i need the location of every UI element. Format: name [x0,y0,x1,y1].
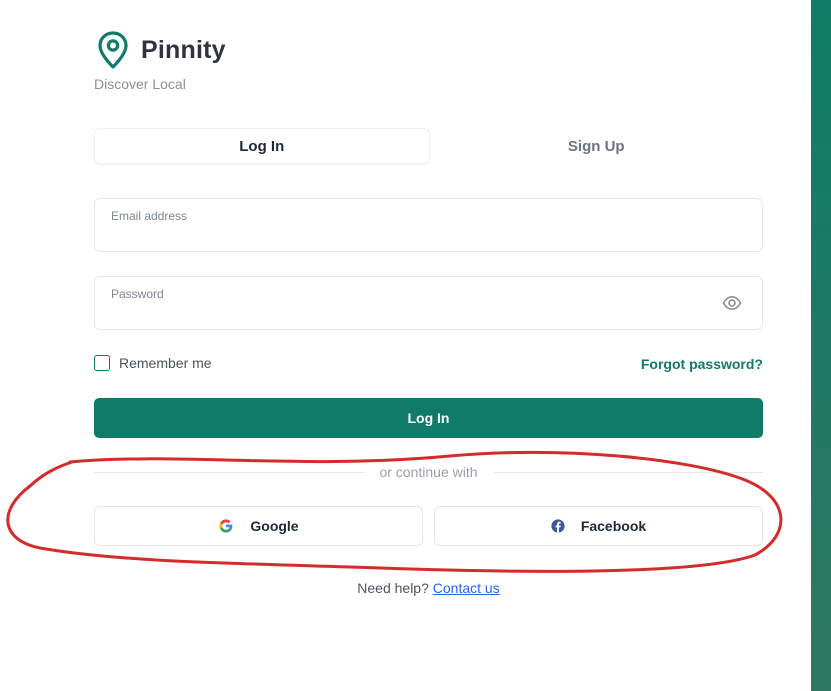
map-pin-icon [98,31,128,69]
password-label: Password [111,287,164,301]
help-text: Need help? Contact us [94,580,763,596]
brand-name: Pinnity [141,35,226,64]
remember-label: Remember me [119,355,212,371]
contact-us-link[interactable]: Contact us [433,580,500,596]
facebook-icon [551,519,565,533]
eye-icon[interactable] [722,294,742,312]
tab-log-in[interactable]: Log In [94,128,430,164]
email-field[interactable]: Email address [94,198,763,252]
side-panel [811,0,831,691]
log-in-button[interactable]: Log In [94,398,763,438]
brand-tagline: Discover Local [94,76,186,92]
password-input[interactable] [111,303,715,325]
facebook-button-label: Facebook [580,518,647,534]
email-input[interactable] [111,225,715,247]
facebook-button[interactable]: Facebook [434,506,763,546]
forgot-password-link[interactable]: Forgot password? [641,356,763,372]
remember-me[interactable]: Remember me [94,355,212,371]
brand-header: Pinnity [94,30,226,70]
divider-text: or continue with [367,464,490,480]
google-button[interactable]: Google [94,506,423,546]
help-prefix: Need help? [357,580,429,596]
email-label: Email address [111,209,188,223]
google-button-label: Google [250,518,299,534]
tab-sign-up[interactable]: Sign Up [430,128,764,164]
divider: or continue with [94,462,763,482]
auth-tabs: Log In Sign Up [94,128,763,164]
google-icon [219,519,233,533]
remember-checkbox[interactable] [94,355,110,371]
password-field[interactable]: Password [94,276,763,330]
